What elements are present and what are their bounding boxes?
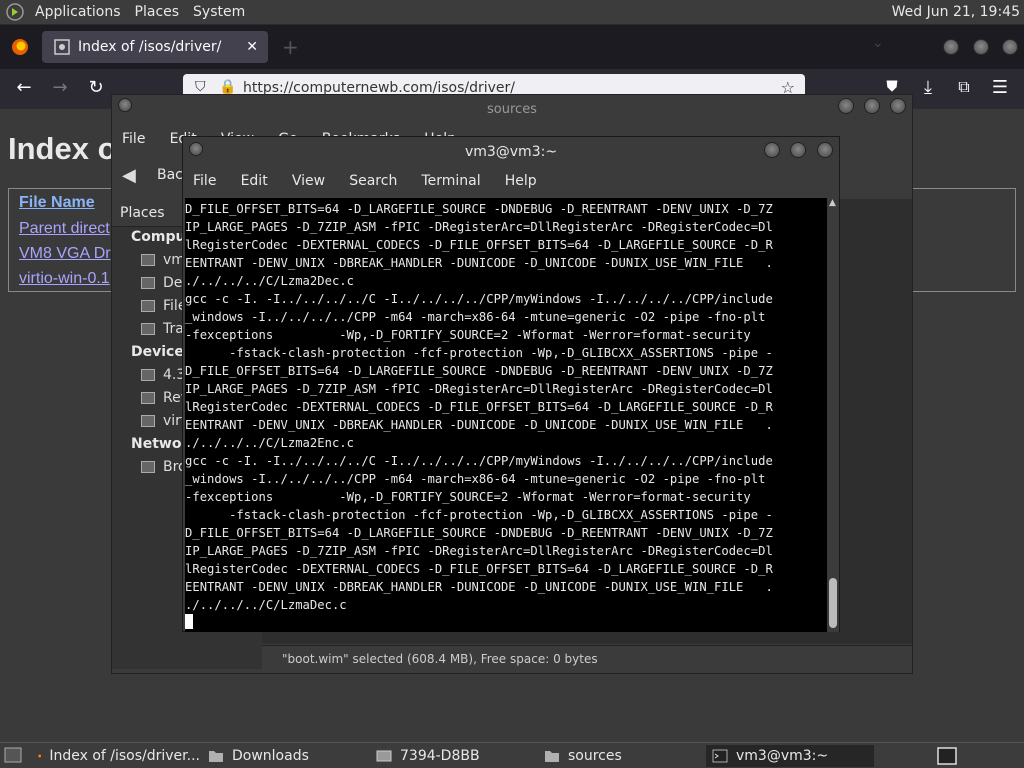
menu-view[interactable]: View xyxy=(282,170,335,192)
menu-help[interactable]: Help xyxy=(495,170,547,192)
distro-logo-icon[interactable] xyxy=(6,3,24,21)
pocket-icon[interactable]: ⛊ xyxy=(880,77,904,95)
firefox-view-icon[interactable] xyxy=(11,38,29,56)
list-tabs-icon[interactable]: ⌄ xyxy=(872,35,884,51)
terminal-title[interactable]: vm3@vm3:~ xyxy=(183,137,839,167)
taskbar-item-label: sources xyxy=(568,748,622,764)
browser-tab-active[interactable]: Index of /isos/driver/ ✕ xyxy=(42,31,268,63)
close-button[interactable] xyxy=(890,98,906,114)
tab-title: Index of /isos/driver/ xyxy=(78,39,222,55)
firefox-tabbar: Index of /isos/driver/ ✕ + ⌄ xyxy=(0,25,1024,69)
terminal-menubar: File Edit View Search Terminal Help xyxy=(183,170,839,194)
close-button[interactable] xyxy=(1002,39,1018,55)
taskbar-item-label: 7394-D8BB xyxy=(400,748,480,764)
forward-icon[interactable]: → xyxy=(48,77,72,98)
menu-file[interactable]: File xyxy=(112,125,155,153)
file-manager-title[interactable]: sources xyxy=(112,95,912,125)
tracking-shield-icon[interactable]: ⛉ xyxy=(195,79,206,95)
workspace-switcher-icon[interactable] xyxy=(937,747,957,765)
extensions-icon[interactable]: ⧉ xyxy=(952,77,976,97)
drive-icon xyxy=(376,750,392,762)
menu-search[interactable]: Search xyxy=(339,170,407,192)
drive-icon xyxy=(141,392,155,404)
minimize-button[interactable] xyxy=(764,142,780,158)
drive-icon xyxy=(141,300,155,312)
taskbar-item-volume[interactable]: 7394-D8BB xyxy=(370,745,534,767)
taskbar-item-downloads[interactable]: Downloads xyxy=(202,745,366,767)
drive-icon xyxy=(141,369,155,381)
window-menu-button[interactable] xyxy=(189,142,203,156)
maximize-button[interactable] xyxy=(790,142,806,158)
listing-link[interactable]: virtio-win-0.1 xyxy=(19,270,110,288)
taskbar-item-firefox[interactable]: Index of /isos/driver... xyxy=(32,745,200,767)
menu-edit[interactable]: Edit xyxy=(231,170,278,192)
reload-icon[interactable]: ↻ xyxy=(84,77,108,98)
lock-icon[interactable]: 🔒 xyxy=(219,79,236,95)
scroll-up-icon[interactable]: ▲ xyxy=(829,198,836,208)
terminal-scrollbar[interactable]: ▲ xyxy=(827,198,839,632)
listing-link[interactable]: Parent direct xyxy=(19,220,110,238)
network-icon xyxy=(141,461,155,473)
system-menu[interactable]: System xyxy=(186,4,252,20)
terminal-output: D_FILE_OFFSET_BITS=64 -D_LARGEFILE_SOURC… xyxy=(185,202,773,612)
column-header-file-name[interactable]: File Name xyxy=(19,194,95,212)
taskbar-item-label: vm3@vm3:~ xyxy=(736,748,829,764)
back-icon[interactable]: ← xyxy=(12,77,36,98)
close-button[interactable] xyxy=(817,142,833,158)
home-icon xyxy=(141,254,155,266)
tab-favicon-icon xyxy=(54,39,70,55)
scrollbar-thumb[interactable] xyxy=(829,578,837,628)
top-panel: Applications Places System Wed Jun 21, 1… xyxy=(0,0,1024,25)
listing-link[interactable]: VM8 VGA Dr xyxy=(19,245,111,263)
terminal-cursor xyxy=(185,614,193,629)
menu-file[interactable]: File xyxy=(183,170,226,192)
terminal-icon xyxy=(712,749,728,763)
window-menu-button[interactable] xyxy=(118,98,132,112)
clock[interactable]: Wed Jun 21, 19:45 xyxy=(892,4,1020,20)
minimize-button[interactable] xyxy=(838,98,854,114)
maximize-button[interactable] xyxy=(864,98,880,114)
drive-icon xyxy=(141,415,155,427)
downloads-icon[interactable]: ⤓ xyxy=(916,77,940,98)
file-manager-statusbar: "boot.wim" selected (608.4 MB), Free spa… xyxy=(262,645,912,673)
taskbar-item-terminal[interactable]: vm3@vm3:~ xyxy=(706,745,874,767)
menu-terminal[interactable]: Terminal xyxy=(411,170,490,192)
taskbar-item-label: Index of /isos/driver... xyxy=(49,748,200,764)
taskbar-item-label: Downloads xyxy=(232,748,309,764)
minimize-button[interactable] xyxy=(943,39,959,55)
page-heading: Index o xyxy=(8,131,117,166)
terminal-screen[interactable]: D_FILE_OFFSET_BITS=64 -D_LARGEFILE_SOURC… xyxy=(185,198,827,632)
hamburger-menu-icon[interactable]: ☰ xyxy=(988,77,1012,98)
terminal-window[interactable]: vm3@vm3:~ File Edit View Search Terminal… xyxy=(182,136,840,632)
folder-icon xyxy=(209,751,223,762)
show-desktop-icon[interactable] xyxy=(4,747,22,763)
folder-icon xyxy=(545,751,559,762)
new-tab-icon[interactable]: + xyxy=(282,35,299,59)
taskbar-item-sources[interactable]: sources xyxy=(538,745,702,767)
maximize-button[interactable] xyxy=(973,39,989,55)
applications-menu[interactable]: Applications xyxy=(28,4,128,20)
firefox-icon xyxy=(38,754,42,758)
bottom-taskbar: Index of /isos/driver... Downloads 7394-… xyxy=(0,742,1024,768)
back-arrow-icon[interactable]: ◀ xyxy=(122,165,136,186)
tab-close-icon[interactable]: ✕ xyxy=(246,39,258,55)
desktop-icon xyxy=(141,277,155,289)
places-menu[interactable]: Places xyxy=(128,4,187,20)
trash-icon xyxy=(141,323,155,335)
